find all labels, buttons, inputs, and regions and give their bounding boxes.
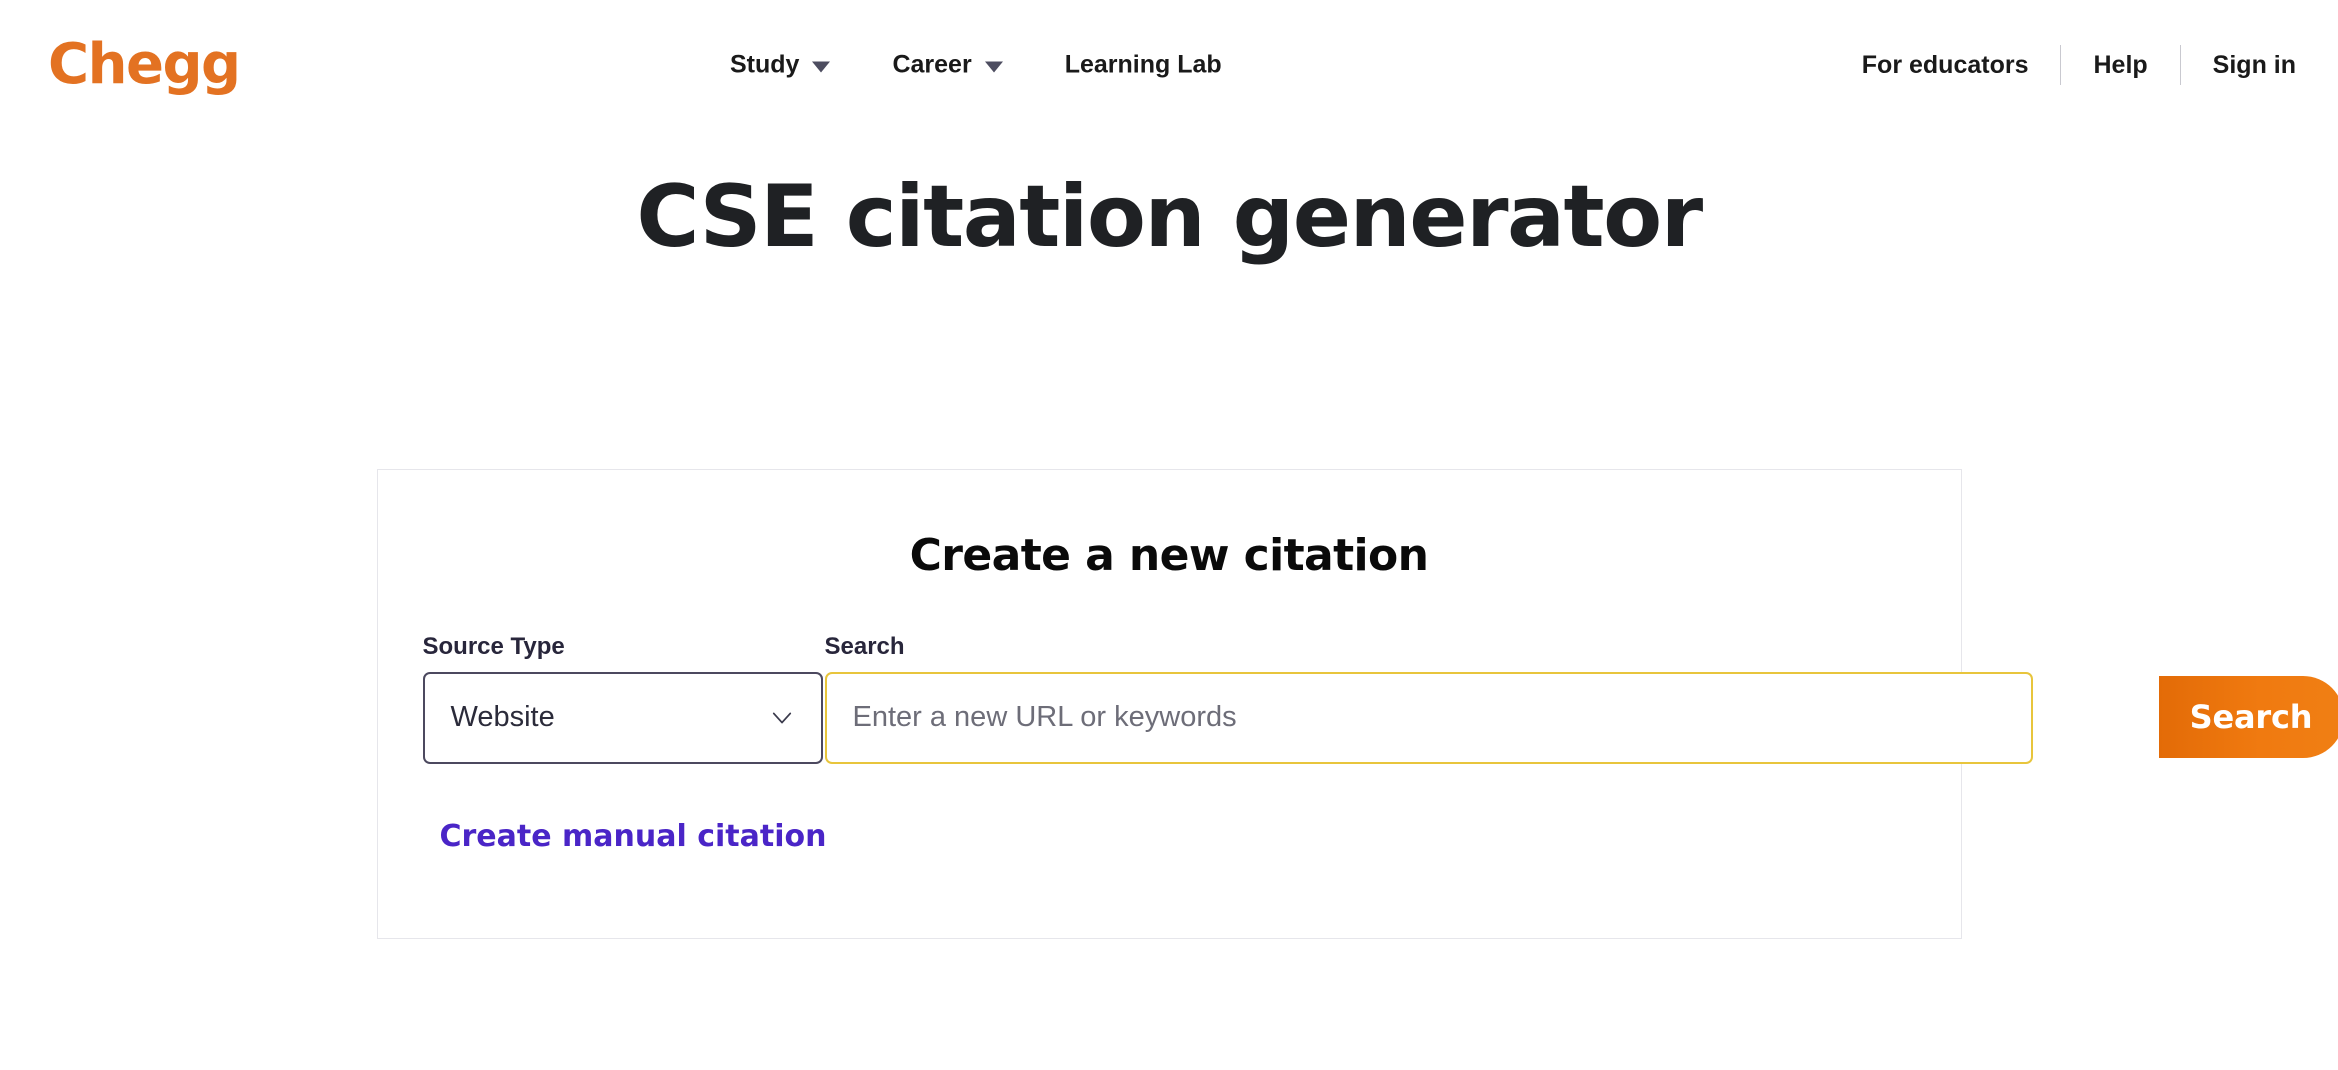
source-type-label: Source Type bbox=[423, 635, 823, 659]
search-button[interactable]: Search bbox=[2159, 676, 2338, 758]
create-manual-citation-link[interactable]: Create manual citation bbox=[440, 822, 827, 852]
utility-navigation: For educators Help Sign in bbox=[1830, 45, 2296, 85]
chegg-logo[interactable]: Chegg bbox=[48, 37, 240, 93]
site-header: Chegg Study Career Learning Lab For educ… bbox=[0, 0, 2338, 130]
card-container: Create a new citation Source Type Websit… bbox=[0, 469, 2338, 939]
primary-navigation: Study Career Learning Lab bbox=[730, 53, 1222, 78]
source-type-field: Source Type Website bbox=[423, 635, 823, 764]
search-input-wrapper[interactable] bbox=[825, 672, 2033, 764]
nav-item-label: Career bbox=[892, 53, 971, 78]
nav-link-sign-in[interactable]: Sign in bbox=[2181, 53, 2296, 78]
chevron-down-icon bbox=[771, 707, 793, 729]
search-field: Search bbox=[825, 635, 2033, 764]
source-type-select[interactable]: Website bbox=[423, 672, 823, 764]
nav-item-label: Learning Lab bbox=[1065, 53, 1222, 78]
source-type-selected-value: Website bbox=[451, 703, 555, 732]
page-title: CSE citation generator bbox=[0, 130, 2338, 265]
nav-item-learning-lab[interactable]: Learning Lab bbox=[1065, 53, 1222, 78]
manual-citation-row: Create manual citation bbox=[378, 822, 1961, 852]
nav-item-label: Study bbox=[730, 53, 799, 78]
search-input[interactable] bbox=[853, 701, 2005, 734]
create-citation-card: Create a new citation Source Type Websit… bbox=[377, 469, 1962, 939]
citation-form-row: Source Type Website Search Search bbox=[378, 635, 1961, 764]
search-label: Search bbox=[825, 635, 2033, 659]
nav-item-career[interactable]: Career bbox=[892, 53, 1002, 78]
chevron-down-icon bbox=[812, 61, 830, 72]
chevron-down-icon bbox=[985, 61, 1003, 72]
nav-item-study[interactable]: Study bbox=[730, 53, 830, 78]
nav-link-for-educators[interactable]: For educators bbox=[1830, 53, 2061, 78]
card-title: Create a new citation bbox=[378, 514, 1961, 581]
nav-link-help[interactable]: Help bbox=[2061, 53, 2179, 78]
